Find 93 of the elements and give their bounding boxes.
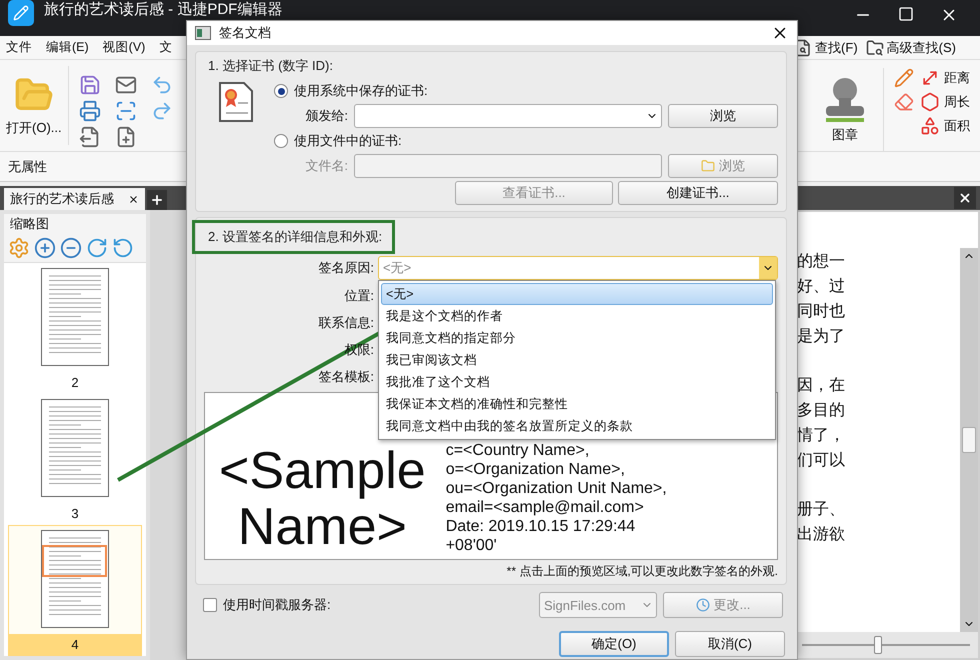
signature-detail: ou=<Organization Unit Name>, [446,479,667,498]
document-text: 好、过 [797,275,846,297]
window-title: 旅行的艺术读后感 - 迅捷PDF编辑器 [44,0,282,19]
save-icon[interactable] [78,74,101,96]
browse-button[interactable]: 浏览 [668,104,778,128]
document-tab[interactable]: 旅行的艺术读后感 [4,188,145,210]
field-label: 联系信息: [318,314,374,332]
dropdown-option[interactable]: <无> [381,283,773,305]
document-text: 多目的 [797,399,846,421]
close-panel-button[interactable] [954,187,976,209]
close-icon [958,191,972,205]
signature-name: Name> [238,499,407,555]
panel-title: 缩略图 [10,215,49,234]
dialog-button[interactable]: 取消(C) [675,631,785,657]
field-label: 签名原因: [318,259,374,277]
dropdown-option[interactable]: 我批准了这个文档 [381,371,773,393]
rotate-counterclockwise-icon[interactable] [112,237,134,260]
folder-icon [701,159,715,173]
thumbnail-item[interactable]: 4 [8,525,142,656]
signature-detail: o=<Organization Name>, [446,460,626,479]
open-button[interactable]: 打开(O)... [0,60,68,151]
plus-icon [150,193,164,207]
document-text: 出游欲 [797,523,846,545]
mail-icon[interactable] [114,74,137,96]
field-label: 文件名: [304,157,348,175]
clock-icon [696,598,710,612]
field-label: 颁发给: [304,107,348,125]
menu-item[interactable]: 文 [159,39,172,56]
new-tab-button[interactable] [147,190,167,210]
zoom-out-icon[interactable] [60,237,82,260]
print-icon[interactable] [78,100,101,122]
field-label: 签名模板: [318,368,374,386]
dropdown-option[interactable]: 我是这个文档的作者 [381,305,773,327]
stamp-button[interactable]: 图章 [817,68,873,151]
scanner-icon[interactable] [114,100,137,122]
thumbnail-item[interactable]: 2 [8,263,142,394]
dialog-title: 签名文档 [219,24,271,42]
menu-item[interactable]: 文件 [6,39,32,56]
document-text: 册子、 [797,498,846,520]
signature-name: <Sample [219,443,426,499]
document-text: 们可以 [797,449,846,471]
dialog-button[interactable]: 确定(O) [559,631,669,657]
dropdown-option[interactable]: 我同意文档的指定部分 [381,327,773,349]
scrollbar-thumb[interactable] [962,427,976,453]
eraser-icon[interactable] [894,92,914,112]
measure-button[interactable]: 距离 [920,68,970,88]
dialog-icon [195,26,211,40]
preview-note: ** 点击上面的预览区域,可以更改此数字签名的外观. [506,563,778,578]
signature-detail: email=<sample@mail.com> [446,498,645,517]
scrollbar[interactable] [960,248,978,632]
dropdown-option[interactable]: 我已审阅该文档 [381,349,773,371]
certificate-icon [218,81,254,123]
rotate-clockwise-icon[interactable] [86,237,108,260]
reason-combo[interactable]: <无> [378,256,778,280]
measure-icon [920,116,940,136]
document-text: 因，在 [797,374,846,396]
section-heading: 2. 设置签名的详细信息和外观: [192,220,396,254]
measure-button[interactable]: 面积 [920,116,970,136]
zoom-slider-thumb[interactable] [874,636,882,654]
menu-item[interactable]: 视图(V) [102,39,146,56]
signature-detail: c=<Country Name>, [446,441,590,460]
measure-button[interactable]: 周长 [920,92,970,112]
section-heading: 1. 选择证书 (数字 ID): [207,57,334,75]
thumbnail-item[interactable]: 3 [8,394,142,525]
radio-option[interactable]: 使用系统中保存的证书: [274,81,778,101]
undo-icon[interactable] [150,74,173,96]
timestamp-checkbox[interactable]: 使用时间戳服务器: [203,596,533,614]
document-text: 的想一 [797,250,846,272]
close-icon[interactable] [128,194,139,204]
properties-label: 无属性 [8,158,47,176]
find-button[interactable]: 查找(F) [794,38,858,56]
stamp-icon [823,76,867,122]
dropdown-option[interactable]: 我同意文档中由我的签名放置所定义的条款 [381,415,773,437]
document-text: 同时也 [797,300,846,322]
maximize-icon[interactable] [898,6,914,22]
document-text: 是为了 [797,325,846,347]
document-text: 情了， [797,424,846,446]
radio-option[interactable]: 使用文件中的证书: [274,131,778,151]
export-icon[interactable] [78,126,101,148]
search-icon [866,38,884,56]
dropdown-option[interactable]: 我保证本文档的准确性和完整性 [381,393,773,415]
measure-icon [920,92,940,112]
find-button[interactable]: 高级查找(S) [866,38,956,56]
pen-icon [13,5,29,21]
zoom-in-icon[interactable] [34,237,56,260]
field-label: 位置: [344,287,374,305]
certificate-button[interactable]: 创建证书... [618,181,778,205]
menu-item[interactable]: 编辑(E) [46,39,89,56]
settings-icon[interactable] [8,237,30,260]
issued-to-combo[interactable] [354,104,662,128]
signature-detail: Date: 2019.10.15 17:29:44 [446,517,636,536]
pencil-icon[interactable] [894,68,914,88]
signature-detail: +08'00' [446,536,498,555]
